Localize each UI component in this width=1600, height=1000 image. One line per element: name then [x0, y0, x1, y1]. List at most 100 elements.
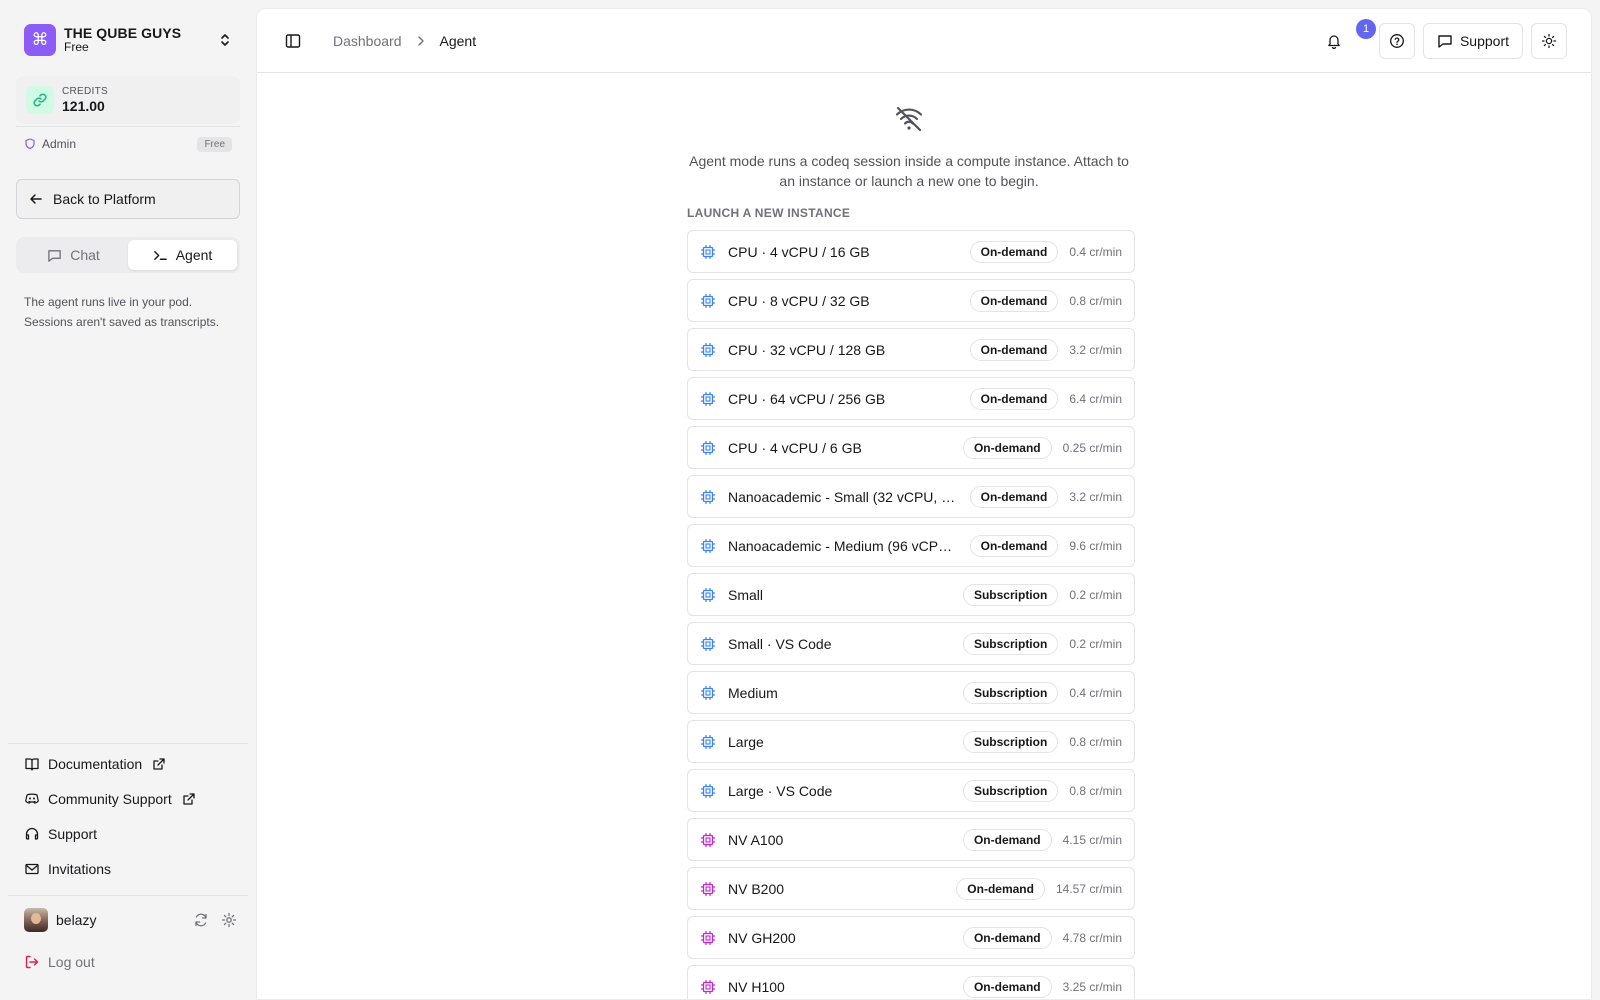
- instance-price: 6.4 cr/min: [1069, 391, 1122, 406]
- plan-badge: Free: [197, 136, 232, 152]
- instance-name: NV GH200: [728, 929, 796, 946]
- instance-price: 3.2 cr/min: [1069, 489, 1122, 504]
- instance-row[interactable]: NV A100 On-demand 4.15 cr/min: [687, 818, 1135, 861]
- cpu-chip-icon: [700, 783, 716, 799]
- instance-row[interactable]: Small Subscription 0.2 cr/min: [687, 573, 1135, 616]
- sun-icon: [1541, 33, 1557, 49]
- chevron-right-icon: [414, 34, 428, 48]
- sidebar-toggle-icon[interactable]: [283, 31, 303, 51]
- instance-billing-badge: On-demand: [962, 926, 1052, 949]
- user-row: belazy: [24, 908, 238, 932]
- section-label: LAUNCH A NEW INSTANCE: [687, 206, 851, 220]
- team-name: THE QUBE GUYS: [64, 25, 182, 42]
- instance-name: Nanoacademic - Medium (96 vCPU, 384 GB): [728, 537, 958, 554]
- agent-note: The agent runs live in your pod. Session…: [24, 295, 220, 329]
- instance-row[interactable]: Medium Subscription 0.4 cr/min: [687, 671, 1135, 714]
- instance-list: CPU · 4 vCPU / 16 GB On-demand 0.4 cr/min C…: [687, 230, 1135, 999]
- instance-price: 0.8 cr/min: [1069, 293, 1122, 308]
- tab-agent[interactable]: Agent: [128, 240, 237, 270]
- team-plan: Free: [64, 40, 89, 55]
- instance-price: 3.25 cr/min: [1062, 979, 1122, 994]
- instance-name: Large · VS Code: [728, 782, 833, 799]
- instance-row[interactable]: CPU · 32 vCPU / 128 GB On-demand 3.2 cr/mi…: [687, 328, 1135, 371]
- sidebar-item-label: Community Support: [48, 791, 172, 807]
- wifi-off-icon: [893, 103, 925, 135]
- role-label: Admin: [42, 137, 77, 151]
- refresh-icon[interactable]: [192, 911, 210, 929]
- shield-icon: [24, 138, 36, 150]
- instance-name: CPU · 64 vCPU / 256 GB: [728, 390, 886, 407]
- back-to-platform-button[interactable]: Back to Platform: [16, 179, 240, 219]
- instance-row[interactable]: NV B200 On-demand 14.57 cr/min: [687, 867, 1135, 910]
- instance-row[interactable]: CPU · 8 vCPU / 32 GB On-demand 0.8 cr/min: [687, 279, 1135, 322]
- instance-billing-badge: On-demand: [962, 975, 1052, 998]
- cpu-chip-icon: [700, 440, 716, 456]
- help-button[interactable]: [1379, 23, 1415, 59]
- instance-billing-badge: On-demand: [956, 877, 1045, 900]
- main-panel: Dashboard Agent 1 Support Agent mode run…: [256, 8, 1592, 1000]
- terminal-icon: [153, 250, 167, 260]
- logout-button[interactable]: Log out: [24, 951, 95, 973]
- notification-count-badge: 1: [1356, 19, 1376, 39]
- message-square-icon: [48, 249, 61, 262]
- instance-name: NV A100: [728, 831, 784, 848]
- cpu-chip-icon: [700, 685, 716, 701]
- instance-row[interactable]: NV GH200 On-demand 4.78 cr/min: [687, 916, 1135, 959]
- instance-name: CPU · 8 vCPU / 32 GB: [728, 292, 870, 309]
- external-link-icon: [182, 792, 196, 806]
- sidebar-item-documentation[interactable]: Documentation: [24, 752, 166, 776]
- instance-row[interactable]: Nanoacademic - Medium (96 vCPU, 384 GB) O…: [687, 524, 1135, 567]
- breadcrumb-dashboard[interactable]: Dashboard: [333, 33, 402, 49]
- avatar[interactable]: [24, 908, 48, 932]
- instance-billing-badge: Subscription: [962, 730, 1059, 753]
- instance-row[interactable]: CPU · 4 vCPU / 6 GB On-demand 0.25 cr/min: [687, 426, 1135, 469]
- instance-price: 0.25 cr/min: [1062, 440, 1122, 455]
- cpu-chip-icon: [700, 538, 716, 554]
- sidebar-item-invitations[interactable]: Invitations: [24, 857, 111, 881]
- book-icon: [24, 756, 40, 772]
- instance-row[interactable]: Small · VS Code Subscription 0.2 cr/min: [687, 622, 1135, 665]
- instance-name: NV H100: [728, 978, 785, 995]
- log-out-icon: [24, 954, 40, 970]
- instance-price: 0.4 cr/min: [1069, 244, 1122, 259]
- tab-chat-label: Chat: [70, 247, 100, 263]
- gpu-chip-icon: [700, 832, 716, 848]
- mail-icon: [24, 861, 40, 877]
- instance-price: 4.15 cr/min: [1062, 832, 1122, 847]
- instance-row[interactable]: CPU · 64 vCPU / 256 GB On-demand 6.4 cr/mi…: [687, 377, 1135, 420]
- support-button[interactable]: Support: [1423, 23, 1523, 59]
- theme-toggle-button[interactable]: [1531, 23, 1567, 59]
- tab-chat[interactable]: Chat: [19, 240, 128, 270]
- intro-text: Agent mode runs a codeq session inside a…: [689, 153, 1129, 189]
- instance-billing-badge: On-demand: [969, 534, 1059, 557]
- sidebar-item-community-support[interactable]: Community Support: [24, 787, 196, 811]
- breadcrumb-current: Agent: [439, 33, 477, 49]
- instance-name: NV B200: [728, 880, 785, 897]
- cpu-chip-icon: [700, 391, 716, 407]
- support-label: Support: [1459, 33, 1510, 49]
- sidebar-item-support[interactable]: Support: [24, 822, 97, 846]
- instance-billing-badge: On-demand: [969, 240, 1059, 263]
- instance-billing-badge: On-demand: [969, 289, 1059, 312]
- instance-row[interactable]: NV H100 On-demand 3.25 cr/min: [687, 965, 1135, 999]
- instance-billing-badge: On-demand: [969, 485, 1059, 508]
- arrow-left-icon: [29, 192, 43, 206]
- instance-billing-badge: Subscription: [962, 779, 1059, 802]
- instance-row[interactable]: Large · VS Code Subscription 0.8 cr/min: [687, 769, 1135, 812]
- team-switcher[interactable]: ⌘ THE QUBE GUYS Free: [16, 16, 240, 64]
- instance-name: CPU · 4 vCPU / 6 GB: [728, 439, 862, 456]
- instance-row[interactable]: Nanoacademic - Small (32 vCPU, 128 GB) On…: [687, 475, 1135, 518]
- settings-icon[interactable]: [220, 911, 238, 929]
- instance-row[interactable]: Large Subscription 0.8 cr/min: [687, 720, 1135, 763]
- notifications-button[interactable]: [1317, 24, 1351, 58]
- cpu-chip-icon: [700, 489, 716, 505]
- command-icon: ⌘: [24, 24, 56, 56]
- sidebar-item-label: Documentation: [48, 756, 143, 772]
- instance-name: Nanoacademic - Small (32 vCPU, 128 GB): [728, 488, 958, 505]
- breadcrumb: Dashboard Agent: [333, 31, 476, 51]
- instance-row[interactable]: CPU · 4 vCPU / 16 GB On-demand 0.4 cr/min: [687, 230, 1135, 273]
- tab-agent-label: Agent: [175, 247, 213, 263]
- user-name: belazy: [56, 912, 97, 928]
- cpu-chip-icon: [700, 734, 716, 750]
- logout-label: Log out: [48, 954, 95, 970]
